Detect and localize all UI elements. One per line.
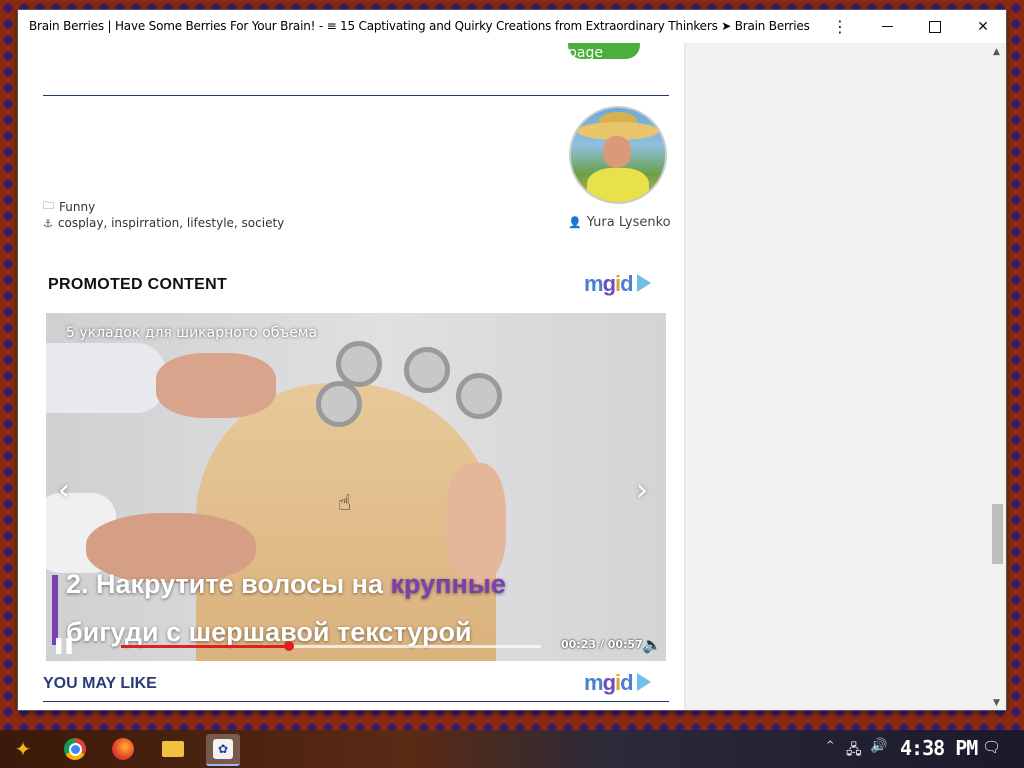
close-button[interactable]: ✕ [960, 10, 1006, 43]
author-link[interactable]: Yura Lysenko [587, 215, 671, 230]
current-time: 00:23 [561, 638, 597, 651]
hair-roller [316, 381, 362, 427]
duration: 00:57 [607, 638, 643, 651]
mgid-logo[interactable]: mgid [584, 271, 651, 297]
video-progress-knob[interactable] [284, 641, 294, 651]
hair-roller [456, 373, 502, 419]
active-browser-icon[interactable]: ✿ [206, 734, 240, 766]
promo-video[interactable]: 5 укладок для шикарного объема ‹ › ☝ 2. … [46, 313, 666, 661]
video-progress-fill [121, 645, 289, 648]
page-content: Next page 🗀 Funny ⚓ cosplay, inspirratio… [18, 43, 684, 710]
caption-highlight: крупные [390, 569, 506, 599]
you-may-like-heading: YOU MAY LIKE [43, 675, 157, 692]
minimize-icon [881, 26, 893, 27]
window-title: Brain Berries | Have Some Berries For Yo… [29, 19, 810, 33]
volume-tray-icon[interactable]: 🔊 [870, 738, 887, 754]
scrollbar[interactable]: ▲ ▼ [989, 43, 1006, 710]
avatar-shirt [587, 168, 649, 202]
maximize-icon [929, 20, 941, 33]
next-page-button[interactable]: Next page [568, 43, 640, 61]
video-title[interactable]: 5 укладок для шикарного объема [66, 325, 317, 341]
category-link[interactable]: Funny [59, 200, 95, 214]
sidebar-blank [684, 43, 990, 710]
category-row: 🗀 Funny [43, 197, 95, 216]
divider [43, 95, 669, 96]
tags-links[interactable]: cosplay, inspirration, lifestyle, societ… [58, 216, 284, 230]
divider [43, 701, 669, 702]
file-explorer-icon[interactable] [158, 734, 188, 764]
scroll-down-icon[interactable]: ▼ [993, 698, 1000, 708]
video-time: 00:23 / 00:57 [561, 638, 643, 651]
next-arrow-icon[interactable]: › [636, 473, 648, 508]
tray-overflow-icon[interactable]: ^ [826, 740, 834, 751]
prev-arrow-icon[interactable]: ‹ [58, 473, 70, 508]
mgid-logo[interactable]: mgid [584, 670, 651, 696]
start-icon[interactable]: ✦ [8, 734, 38, 764]
tags-row: ⚓ cosplay, inspirration, lifestyle, soci… [43, 216, 284, 230]
hand-cursor-icon: ☝ [338, 491, 352, 516]
author-avatar[interactable] [569, 106, 667, 204]
play-icon [636, 274, 651, 293]
chrome-icon[interactable] [60, 734, 90, 764]
hair-roller [336, 341, 382, 387]
play-icon [636, 673, 651, 692]
volume-icon[interactable]: 🔈 [642, 635, 662, 654]
user-icon: 👤 [568, 216, 582, 229]
menu-icon[interactable]: ⋮ [818, 10, 862, 43]
scroll-thumb[interactable] [992, 504, 1003, 564]
berries-icon: ✿ [213, 739, 233, 759]
hair-roller [404, 347, 450, 393]
clock[interactable]: 4:38 PM [900, 736, 978, 760]
video-progress-bar[interactable] [121, 641, 541, 651]
video-face [446, 463, 506, 583]
network-icon[interactable]: 🖧 [846, 739, 862, 763]
minimize-button[interactable] [864, 10, 910, 43]
video-hand [156, 353, 276, 418]
folder-icon: 🗀 [43, 199, 54, 212]
scroll-up-icon[interactable]: ▲ [993, 47, 1000, 57]
title-bar: Brain Berries | Have Some Berries For Yo… [18, 10, 1006, 43]
notification-icon[interactable]: 🗨 [982, 738, 1001, 756]
caption-text: 2. Накрутите волосы на [66, 569, 391, 599]
video-caption-line2: бигуди с шершавой текстурой [66, 617, 472, 647]
pause-icon[interactable]: ❚❚ [52, 635, 76, 654]
time-separator: / [596, 638, 608, 651]
firefox-icon[interactable] [108, 734, 138, 764]
video-sleeve [46, 343, 166, 413]
promoted-content-heading: PROMOTED CONTENT [48, 276, 228, 293]
author-row: 👤 Yura Lysenko [568, 215, 671, 230]
maximize-button[interactable] [912, 10, 958, 43]
browser-window: Brain Berries | Have Some Berries For Yo… [18, 10, 1006, 710]
avatar-face [603, 136, 631, 168]
video-caption-line1: 2. Накрутите волосы на крупные [66, 569, 506, 600]
anchor-icon: ⚓ [43, 216, 53, 230]
